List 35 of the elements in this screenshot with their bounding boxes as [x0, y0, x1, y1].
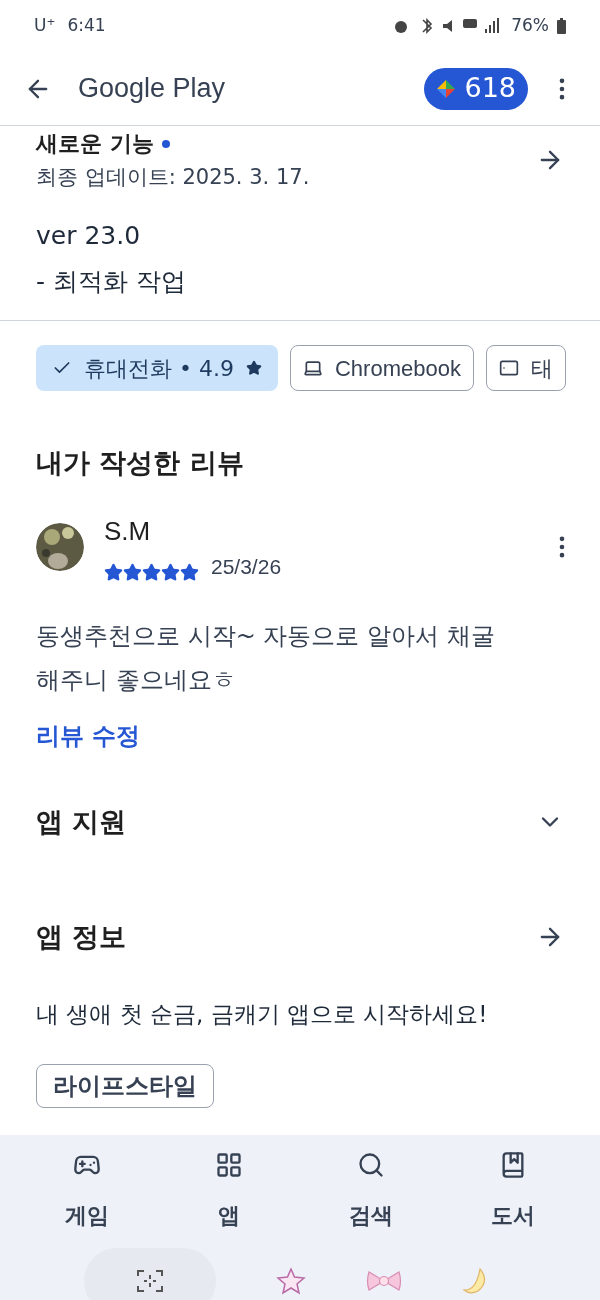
star-icon — [245, 360, 262, 376]
edit-review-link[interactable]: 리뷰 수정 — [36, 718, 141, 754]
device-chip[interactable]: Chromebook — [289, 345, 474, 391]
nav-tab[interactable]: 도서 — [458, 1151, 568, 1232]
battery-level: 76% — [511, 14, 549, 38]
battery-icon — [557, 18, 566, 34]
section-heading: 앱 지원 — [36, 805, 127, 839]
diamond-icon — [436, 78, 457, 99]
laptop-icon — [302, 358, 323, 378]
new-dot-icon — [161, 139, 170, 148]
category-chip[interactable]: 라이프스타일 — [36, 1063, 214, 1108]
capture-icon — [136, 1269, 164, 1293]
grid-icon — [215, 1151, 243, 1179]
nav-tab[interactable]: 앱 — [174, 1151, 284, 1232]
review-text: 동생추천으로 시작~ 자동으로 알아서 채굴해주니 좋으네요ㅎ — [35, 621, 496, 696]
clock: 6:41 — [67, 14, 106, 38]
update-date: 최종 업데이트: 2025. 3. 17. — [36, 163, 310, 191]
reviewer-name: S.M — [104, 514, 152, 548]
search-icon — [357, 1151, 385, 1179]
section-title: 새로운 기능 — [36, 130, 154, 158]
device-chip[interactable]: 태 — [485, 345, 566, 391]
release-note: - 최적화 작업 — [36, 265, 187, 298]
tablet-icon — [498, 358, 519, 378]
section-heading: 내가 작성한 리뷰 — [35, 446, 245, 480]
app-title: Google Play — [78, 72, 226, 106]
device-chip[interactable]: 휴대전화 • 4.9 — [36, 345, 278, 391]
release-note: ver 23.0 — [36, 220, 142, 252]
nav-tab[interactable]: 게임 — [32, 1151, 142, 1232]
nav-tab[interactable]: 검색 — [316, 1151, 426, 1232]
star-icon[interactable] — [276, 1267, 306, 1295]
points-badge[interactable]: 618 — [424, 67, 528, 110]
review-date: 25/3/26 — [211, 553, 282, 580]
app-description: 내 생애 첫 순금, 금캐기 앱으로 시작하세요! — [35, 1000, 489, 1029]
section-heading: 앱 정보 — [36, 919, 127, 954]
carrier: U⁺ — [34, 14, 56, 38]
